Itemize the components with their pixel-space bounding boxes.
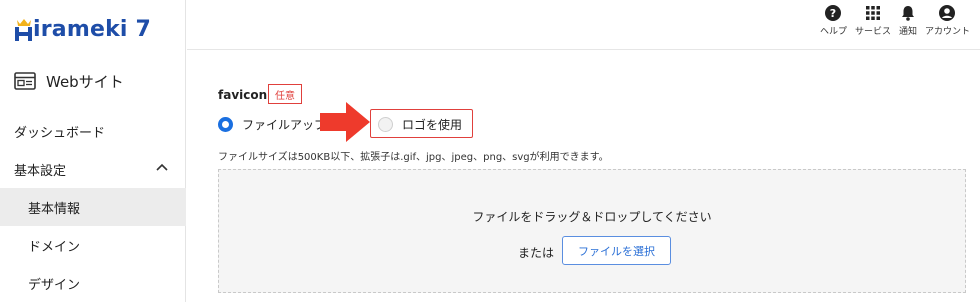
help-icon: ?	[825, 5, 842, 21]
help-label: ヘルプ	[819, 27, 847, 37]
sidebar-item-label: 基本設定	[14, 163, 67, 179]
sidebar-item-label: 基本情報	[28, 201, 81, 217]
sidebar-item-label: デザイン	[28, 277, 81, 293]
radio-use-logo[interactable]: ロゴを使用	[378, 116, 462, 133]
optional-badge: 任意	[268, 84, 302, 104]
logo-text: irameki 7	[33, 16, 152, 42]
help-button[interactable]: ? ヘルプ	[820, 4, 847, 37]
website-header: Webサイト	[14, 68, 124, 94]
favicon-label: favicon	[218, 88, 268, 102]
dropzone-title: ファイルをドラッグ＆ドロップしてください	[472, 210, 712, 224]
hirameki-logo[interactable]: irameki 7	[14, 14, 151, 44]
sidebar-item-dashboard[interactable]: ダッシュボード	[0, 112, 186, 150]
file-requirements-text: ファイルサイズは500KB以下、拡張子は.gif、jpg、jpeg、png、sv…	[218, 152, 609, 163]
radio-file-upload-label: ファイルアップ	[242, 118, 327, 132]
dropzone-or-text: または	[518, 246, 555, 260]
sidebar: irameki 7 Webサイト ダッシュボード 基本設定 基本情報 ドメイン …	[0, 0, 186, 302]
radio-file-upload[interactable]: ファイルアップ	[218, 116, 326, 133]
sidebar-item-basic-info[interactable]: 基本情報	[0, 188, 186, 226]
radio-use-logo-label: ロゴを使用	[402, 118, 463, 132]
sidebar-item-label: ドメイン	[28, 239, 81, 255]
radio-selected-icon	[218, 117, 233, 132]
sidebar-item-design[interactable]: デザイン	[0, 264, 186, 302]
top-bar: ? ヘルプ サービス 通知 アカウント	[187, 0, 980, 50]
account-icon	[939, 5, 956, 21]
file-dropzone[interactable]: ファイルをドラッグ＆ドロップしてください または ファイルを選択	[218, 169, 966, 293]
notifications-label: 通知	[898, 27, 917, 37]
browser-window-icon	[14, 72, 36, 90]
website-label: Webサイト	[46, 72, 124, 91]
radio-unselected-icon	[378, 117, 393, 132]
svg-text:?: ?	[830, 7, 836, 20]
account-label: アカウント	[924, 27, 970, 37]
services-button[interactable]: サービス	[855, 4, 891, 37]
grid-icon	[865, 6, 880, 20]
notifications-button[interactable]: 通知	[899, 4, 917, 37]
chevron-up-icon	[156, 163, 168, 171]
logo-mark-icon	[14, 18, 32, 41]
sidebar-item-label: ダッシュボード	[14, 125, 106, 141]
bell-icon	[901, 6, 914, 21]
account-button[interactable]: アカウント	[925, 4, 970, 37]
sidebar-item-basic-settings[interactable]: 基本設定	[0, 150, 186, 188]
select-file-button[interactable]: ファイルを選択	[562, 236, 671, 265]
top-actions: ? ヘルプ サービス 通知 アカウント	[812, 4, 970, 37]
sidebar-item-domain[interactable]: ドメイン	[0, 226, 186, 264]
services-label: サービス	[854, 27, 891, 37]
arrow-right-icon	[320, 102, 370, 142]
